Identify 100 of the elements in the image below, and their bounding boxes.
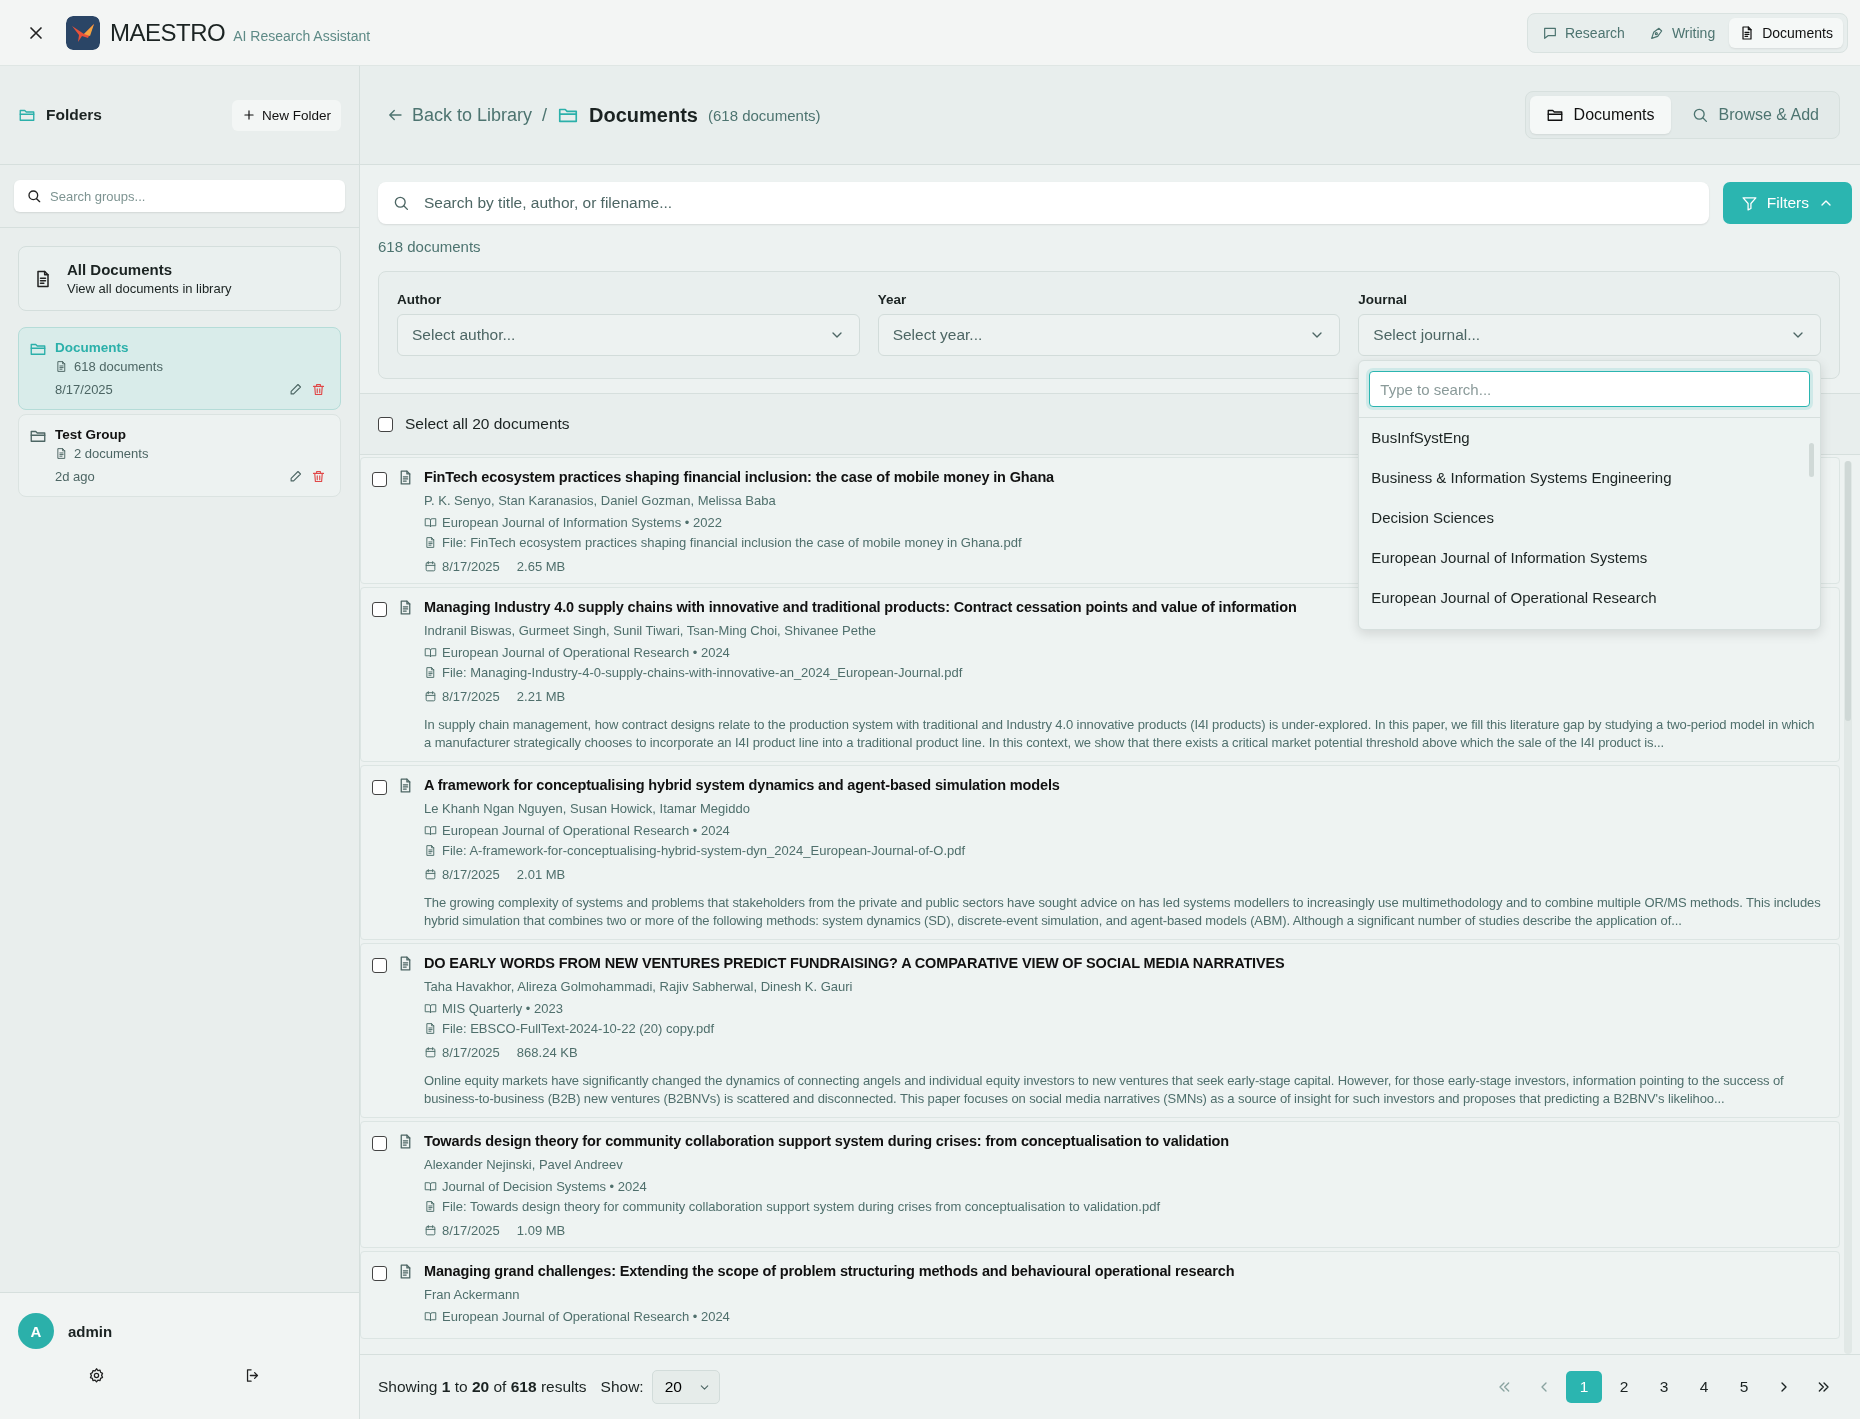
settings-icon <box>87 1367 105 1384</box>
document-journal: European Journal of Information Systems • 2022 <box>442 515 722 530</box>
document-size: 868.24 KB <box>516 1045 578 1060</box>
document-authors: Taha Havakhor, Alireza Golmohammadi, Rajiv Sabherwal, Dinesh K. Gauri <box>424 979 853 994</box>
document-card[interactable] <box>360 587 1840 762</box>
dropdown-option[interactable]: European Journal of Information Systems <box>1359 538 1820 578</box>
nav-tab[interactable]: Writing <box>1638 17 1726 48</box>
document-authors: Fran Ackermann <box>424 1287 520 1302</box>
dropdown-option[interactable]: Business & Information Systems Engineering <box>1359 458 1820 498</box>
document-card[interactable] <box>360 765 1840 940</box>
item-subtitle: View all documents in library <box>67 281 232 296</box>
app-subtitle: AI Research Assistant <box>233 27 371 44</box>
document-card[interactable]: Managing grand challenges: Extending the scope of problem structuring methods and behavioural operational research Fran Ackermann European Journal of Operational Research • 2024 <box>360 1251 1840 1339</box>
dropdown-search-field[interactable]: Type to search... <box>1369 371 1810 407</box>
back-link[interactable]: Back to Library <box>386 104 533 126</box>
filter-label: Journal <box>1358 292 1409 307</box>
document-title: FinTech ecosystem practices shaping financial inclusion: the case of mobile money in Ghana <box>424 469 1055 485</box>
checkbox[interactable] <box>378 416 393 432</box>
page-button[interactable]: 5 <box>1726 1371 1762 1403</box>
user-avatar: A <box>18 1313 54 1349</box>
document-journal: MIS Quarterly • 2023 <box>442 1001 563 1016</box>
breadcrumb-separator: / <box>542 104 548 126</box>
user-name: admin <box>68 1322 113 1340</box>
scrollbar-thumb <box>1809 443 1814 477</box>
sidebar-title: Folders <box>46 106 103 124</box>
document-journal: Journal of Decision Systems • 2024 <box>442 1179 647 1194</box>
document-date: 8/17/2025 <box>442 559 500 574</box>
filter-label: Author <box>397 292 443 307</box>
document-date: 8/17/2025 <box>442 1223 500 1238</box>
search-icon <box>392 194 410 212</box>
file-icon <box>424 1022 437 1035</box>
document-icon <box>55 447 68 460</box>
new-folder-button[interactable]: New Folder <box>231 99 341 131</box>
document-file: File: EBSCO-FullText-2024-10-22 (20) copy.pdf <box>442 1021 715 1036</box>
document-file: File: Managing-Industry-4-0-supply-chains-with-innovative-an_2024_European-Journal.pdf <box>442 665 963 680</box>
search-field[interactable]: Search groups... <box>14 180 345 212</box>
calendar-icon <box>424 1224 437 1237</box>
select-all-label: Select all 20 documents <box>405 415 570 433</box>
checkbox[interactable] <box>372 958 387 973</box>
document-count: 618 documents <box>74 359 163 374</box>
page-size-select[interactable]: 20 <box>651 1370 720 1404</box>
calendar-icon <box>424 690 437 703</box>
book-icon <box>424 516 437 529</box>
document-size: 2.01 MB <box>516 867 566 882</box>
checkbox[interactable] <box>372 602 387 617</box>
dropdown-option[interactable]: Decision Sciences <box>1359 498 1820 538</box>
nav-tab[interactable]: Research <box>1531 17 1635 48</box>
group-date: 8/17/2025 <box>55 382 114 397</box>
nav-tab[interactable]: Documents <box>1729 17 1843 48</box>
select-field[interactable]: Select year... <box>877 314 1341 356</box>
search-field[interactable]: Search by title, author, or filename... <box>378 182 1709 224</box>
book-icon <box>424 1180 437 1193</box>
checkbox[interactable] <box>372 1266 387 1281</box>
document-count: 2 documents <box>74 446 149 461</box>
group-name: Documents <box>55 340 130 355</box>
file-icon <box>424 844 437 857</box>
all-documents-item[interactable]: All Documents View all documents in library <box>18 246 341 311</box>
document-title: DO EARLY WORDS FROM NEW VENTURES PREDICT FUNDRAISING? A COMPARATIVE VIEW OF SOCIAL MEDIA NARRATIVES <box>424 955 1285 971</box>
select-placeholder: Select year... <box>892 326 983 344</box>
view-tab[interactable]: Browse & Add <box>1674 96 1835 134</box>
file-icon <box>424 666 437 679</box>
document-authors: Le Khanh Ngan Nguyen, Susan Howick, Itamar Megiddo <box>424 801 750 816</box>
results-summary: Showing 1 to 20 of 618 results <box>378 1378 587 1396</box>
document-card[interactable] <box>360 1121 1840 1248</box>
page-button[interactable]: 3 <box>1646 1371 1682 1403</box>
select-placeholder: Select author... <box>412 326 516 344</box>
checkbox[interactable] <box>372 780 387 795</box>
document-date: 8/17/2025 <box>442 689 500 704</box>
select-placeholder: Select journal... <box>1373 326 1481 344</box>
dropdown-option[interactable]: European Journal of Operational Research <box>1359 578 1820 618</box>
document-title: A framework for conceptualising hybrid system dynamics and agent-based simulation models <box>424 777 1060 793</box>
select-field[interactable]: Select journal... <box>1358 314 1821 356</box>
file-icon <box>424 1200 437 1213</box>
checkbox[interactable] <box>372 472 387 487</box>
book-icon <box>424 824 437 837</box>
document-icon <box>55 360 68 373</box>
filter-icon <box>1740 194 1758 212</box>
document-authors: Alexander Nejinski, Pavel Andreev <box>424 1157 623 1172</box>
document-journal: European Journal of Operational Research • 2024 <box>442 823 730 838</box>
document-authors: P. K. Senyo, Stan Karanasios, Daniel Gozman, Melissa Baba <box>424 493 776 508</box>
document-date: 8/17/2025 <box>442 1045 500 1060</box>
page-button[interactable]: 4 <box>1686 1371 1722 1403</box>
document-file: File: Towards design theory for community collaboration support system during crises from conceptualisation to validation.pdf <box>442 1199 1160 1214</box>
page-title: Documents <box>589 103 698 127</box>
app-title: MAESTRO <box>110 18 226 47</box>
document-count: (618 documents) <box>708 106 821 124</box>
document-journal: European Journal of Operational Research • 2024 <box>442 645 730 660</box>
select-field[interactable]: Select author... <box>397 314 860 356</box>
checkbox[interactable] <box>372 1136 387 1151</box>
calendar-icon <box>424 1046 437 1059</box>
dropdown-option[interactable]: BusInfSystEng <box>1359 418 1820 458</box>
page-button[interactable]: 2 <box>1606 1371 1642 1403</box>
search-icon <box>26 188 42 204</box>
document-card[interactable] <box>360 943 1840 1118</box>
group-item[interactable]: Test Group 2 documents 2d ago <box>18 414 341 497</box>
pencil-icon <box>288 469 303 484</box>
document-size: 1.09 MB <box>516 1223 566 1238</box>
view-tab[interactable]: Documents <box>1529 96 1671 134</box>
book-icon <box>424 1310 437 1323</box>
group-item[interactable]: Documents 618 documents 8/17/2025 <box>18 327 341 410</box>
